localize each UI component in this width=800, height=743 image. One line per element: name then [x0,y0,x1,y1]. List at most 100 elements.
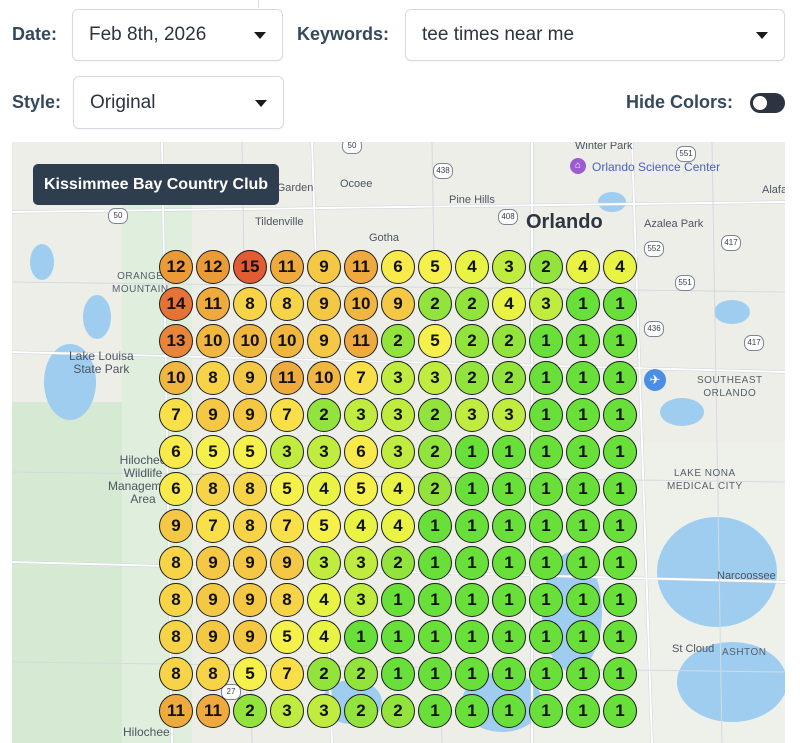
rank-pin[interactable]: 3 [381,361,415,395]
rank-pin[interactable]: 1 [566,694,600,728]
rank-pin[interactable]: 10 [344,287,378,321]
rank-pin[interactable]: 3 [344,546,378,580]
rank-pin[interactable]: 9 [307,250,341,284]
rank-pin[interactable]: 1 [603,546,637,580]
rank-pin[interactable]: 1 [381,583,415,617]
rank-pin[interactable]: 2 [307,398,341,432]
rank-pin[interactable]: 10 [233,324,267,358]
rank-pin[interactable]: 1 [418,657,452,691]
rank-pin[interactable]: 9 [233,398,267,432]
rank-pin[interactable]: 11 [196,287,230,321]
rank-pin[interactable]: 11 [270,361,304,395]
style-select[interactable]: Original [73,76,284,129]
rank-pin[interactable]: 1 [492,546,526,580]
rank-pin[interactable]: 3 [455,398,489,432]
rank-pin[interactable]: 1 [603,361,637,395]
rank-pin[interactable]: 1 [529,546,563,580]
rank-pin[interactable]: 1 [455,657,489,691]
rank-pin[interactable]: 2 [381,694,415,728]
rank-pin[interactable]: 9 [270,546,304,580]
rank-pin[interactable]: 9 [196,398,230,432]
rank-pin[interactable]: 1 [455,583,489,617]
rank-pin[interactable]: 3 [270,694,304,728]
rank-pin[interactable]: 2 [455,361,489,395]
rank-pin[interactable]: 1 [455,472,489,506]
rank-pin[interactable]: 4 [603,250,637,284]
rank-pin[interactable]: 8 [196,657,230,691]
rank-pin[interactable]: 6 [159,435,193,469]
rank-pin[interactable]: 5 [418,250,452,284]
map[interactable]: ⌂ ✈ Winter Park Orlando Science Center r… [12,142,785,743]
rank-pin[interactable]: 3 [307,694,341,728]
rank-pin[interactable]: 3 [344,583,378,617]
rank-pin[interactable]: 1 [455,435,489,469]
rank-pin[interactable]: 1 [566,435,600,469]
rank-pin[interactable]: 1 [455,546,489,580]
rank-pin[interactable]: 3 [307,435,341,469]
rank-pin[interactable]: 8 [233,509,267,543]
rank-pin[interactable]: 4 [381,472,415,506]
rank-pin[interactable]: 11 [344,324,378,358]
rank-pin[interactable]: 9 [196,583,230,617]
rank-pin[interactable]: 12 [196,250,230,284]
rank-pin[interactable]: 4 [455,250,489,284]
rank-pin[interactable]: 1 [603,509,637,543]
rank-pin[interactable]: 13 [159,324,193,358]
rank-pin[interactable]: 1 [529,694,563,728]
rank-pin[interactable]: 1 [418,546,452,580]
rank-pin[interactable]: 7 [270,509,304,543]
rank-pin[interactable]: 1 [381,620,415,654]
rank-pin[interactable]: 1 [529,398,563,432]
rank-pin[interactable]: 3 [270,435,304,469]
rank-pin[interactable]: 1 [603,620,637,654]
rank-pin[interactable]: 1 [455,509,489,543]
rank-pin[interactable]: 9 [233,583,267,617]
rank-pin[interactable]: 1 [566,583,600,617]
rank-pin[interactable]: 9 [233,361,267,395]
rank-pin[interactable]: 7 [159,398,193,432]
rank-pin[interactable]: 4 [344,509,378,543]
rank-pin[interactable]: 4 [307,472,341,506]
rank-pin[interactable]: 1 [529,472,563,506]
rank-pin[interactable]: 2 [418,472,452,506]
rank-pin[interactable]: 1 [566,472,600,506]
rank-pin[interactable]: 1 [603,287,637,321]
rank-pin[interactable]: 8 [159,583,193,617]
rank-pin[interactable]: 2 [529,250,563,284]
rank-pin[interactable]: 1 [492,472,526,506]
rank-pin[interactable]: 1 [529,620,563,654]
rank-pin[interactable]: 1 [418,509,452,543]
rank-pin[interactable]: 7 [344,361,378,395]
rank-pin[interactable]: 8 [233,472,267,506]
rank-pin[interactable]: 7 [270,398,304,432]
rank-pin[interactable]: 1 [529,583,563,617]
rank-pin[interactable]: 1 [566,509,600,543]
keywords-select[interactable]: tee times near me [405,9,785,61]
rank-pin[interactable]: 8 [270,583,304,617]
rank-pin[interactable]: 9 [381,287,415,321]
rank-pin[interactable]: 5 [270,620,304,654]
rank-pin[interactable]: 9 [159,509,193,543]
rank-pin[interactable]: 1 [603,583,637,617]
rank-pin[interactable]: 1 [603,398,637,432]
rank-pin[interactable]: 1 [603,694,637,728]
rank-pin[interactable]: 1 [529,324,563,358]
rank-pin[interactable]: 1 [566,546,600,580]
rank-pin[interactable]: 9 [233,620,267,654]
rank-pin[interactable]: 1 [566,324,600,358]
rank-pin[interactable]: 1 [566,287,600,321]
rank-pin[interactable]: 11 [196,694,230,728]
rank-pin[interactable]: 1 [418,583,452,617]
rank-pin[interactable]: 1 [492,509,526,543]
rank-pin[interactable]: 3 [344,398,378,432]
rank-pin[interactable]: 7 [270,657,304,691]
rank-pin[interactable]: 1 [492,694,526,728]
rank-pin[interactable]: 8 [270,287,304,321]
rank-pin[interactable]: 1 [455,620,489,654]
rank-pin[interactable]: 4 [566,250,600,284]
rank-pin[interactable]: 1 [529,509,563,543]
rank-pin[interactable]: 2 [381,546,415,580]
rank-pin[interactable]: 5 [270,472,304,506]
rank-pin[interactable]: 8 [196,361,230,395]
rank-pin[interactable]: 2 [233,694,267,728]
